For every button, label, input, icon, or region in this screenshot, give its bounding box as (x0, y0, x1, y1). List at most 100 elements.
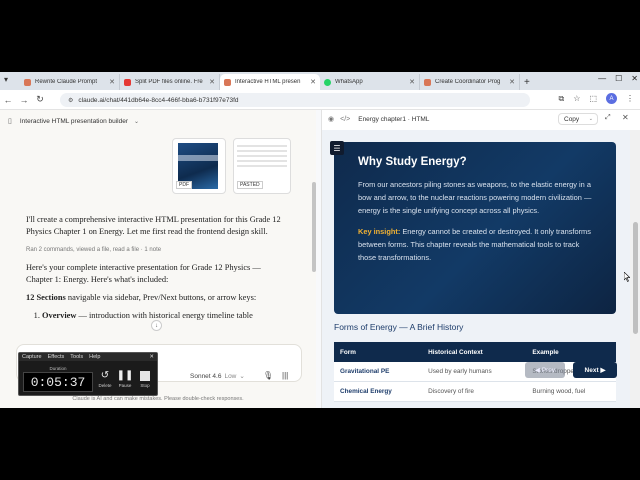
voice-mode-icon[interactable]: ||| (282, 371, 288, 380)
recorder-timer: 0:05:37 (23, 372, 93, 392)
recorder-menu-effects[interactable]: Effects (48, 354, 65, 360)
microphone-icon[interactable]: 🎙 (263, 371, 273, 380)
browser-tab[interactable]: WhatsApp ✕ (320, 74, 420, 90)
artifact-pane: ◉ </> Energy chapter1 · HTML Copy ⌄ ⤢ ✕ W… (321, 110, 640, 408)
message-done: Here's your complete interactive present… (26, 263, 261, 284)
pasted-line (237, 160, 287, 162)
pause-icon: ❚❚ (116, 370, 134, 381)
close-tab-icon[interactable]: ✕ (409, 78, 415, 86)
hero-card: Why Study Energy? From our ancestors pil… (334, 142, 616, 314)
extensions-icon[interactable]: ⬚ (589, 94, 597, 103)
window-controls: — ☐ ✕ (598, 74, 638, 83)
copy-button[interactable]: Copy ⌄ (558, 113, 598, 125)
recorder-duration-label: Duration (49, 366, 67, 371)
sections-rest: navigable via sidebar, Prev/Next buttons… (65, 293, 257, 302)
presentation-viewport: Why Study Energy? From our ancestors pil… (322, 130, 630, 408)
chat-header: ▯ Interactive HTML presentation builder … (0, 110, 316, 132)
tab-title: Rewrite Claude Prompt (35, 79, 98, 85)
recorder-close-icon[interactable]: ✕ (149, 354, 154, 360)
table-header-cell: Example (526, 342, 616, 362)
table-cell: Burning wood, fuel (526, 381, 616, 402)
chevron-down-icon[interactable]: ⌄ (134, 118, 139, 125)
model-selector[interactable]: Sonnet 4.6 Low ⌄ (190, 372, 245, 380)
mouse-cursor-icon (624, 272, 630, 282)
tab-title: WhatsApp (335, 79, 363, 85)
hero-title: Why Study Energy? (358, 156, 467, 168)
next-button[interactable]: Next ▶ (573, 362, 617, 378)
table-cell: Chemical Energy (334, 381, 423, 402)
close-tab-icon[interactable]: ✕ (509, 78, 515, 86)
reload-icon[interactable]: ↻ (32, 94, 48, 105)
browser-tab[interactable]: Create Coordinator Prog ✕ (420, 74, 520, 90)
list-item-strong: Overview (42, 311, 77, 320)
recorder-menu-tools[interactable]: Tools (70, 354, 83, 360)
pdf-attachment[interactable]: PDF (172, 138, 226, 194)
chat-scrollbar[interactable] (312, 182, 316, 272)
address-bar[interactable]: ⚙ claude.ai/chat/441db64e-8cc4-466f-bba6… (60, 93, 530, 107)
sections-line: 12 Sections navigable via sidebar, Prev/… (26, 292, 288, 304)
close-tab-icon[interactable]: ✕ (310, 78, 316, 86)
recorder-pause-button[interactable]: ❚❚ Pause (116, 369, 134, 393)
scroll-down-icon[interactable]: ↓ (151, 320, 162, 331)
code-view-icon[interactable]: </> (340, 116, 350, 123)
close-tab-icon[interactable]: ✕ (209, 78, 215, 86)
tab-title: Create Coordinator Prog (435, 79, 501, 85)
profile-avatar[interactable]: A (606, 93, 617, 104)
browser-tab[interactable]: Rewrite Claude Prompt ✕ (20, 74, 120, 90)
recorder-menu-help[interactable]: Help (89, 354, 100, 360)
tab-search-icon[interactable]: ▾ (4, 75, 8, 84)
preview-eye-icon[interactable]: ◉ (328, 115, 334, 123)
close-tab-icon[interactable]: ✕ (109, 78, 115, 86)
browser-tab-active[interactable]: Interactive HTML presen ✕ (220, 74, 320, 90)
pasted-line (237, 145, 287, 147)
close-window-icon[interactable]: ✕ (631, 74, 638, 83)
table-cell: Discovery of fire (422, 381, 527, 402)
stop-label: Stop (140, 383, 150, 388)
artifact-scrollbar[interactable] (630, 130, 640, 408)
claude-favicon-icon (224, 78, 231, 86)
artifact-title: Energy chapter1 · HTML (358, 115, 430, 123)
whatsapp-favicon-icon (324, 78, 331, 86)
message-intro: I'll create a comprehensive interactive … (26, 215, 281, 236)
browser-window: ▾ Rewrite Claude Prompt ✕ Split PDF file… (0, 72, 640, 408)
key-insight: Key insight: Energy cannot be created or… (358, 225, 592, 264)
browser-tab[interactable]: Split PDF files online. Fre ✕ (120, 74, 220, 90)
menu-kebab-icon[interactable]: ⋮ (626, 94, 634, 103)
close-artifact-icon[interactable]: ✕ (622, 113, 629, 122)
chat-title[interactable]: Interactive HTML presentation builder (20, 118, 128, 125)
pdf-cover-stripe (178, 155, 218, 161)
new-tab-button[interactable]: + (524, 74, 530, 90)
chevron-down-icon: ⌄ (239, 373, 245, 380)
disclaimer: Claude is AI and can make mistakes. Plea… (72, 396, 244, 402)
recorder-menu-capture[interactable]: Capture (22, 354, 42, 360)
hamburger-menu-icon[interactable]: ☰ (330, 141, 344, 155)
recorder-delete-button[interactable]: ↺ Delete (97, 369, 113, 393)
pasted-attachment[interactable]: PASTED (233, 138, 291, 194)
recorder-menu: Capture Effects Tools Help ✕ (19, 353, 157, 361)
bookmark-star-icon[interactable]: ☆ (573, 94, 580, 103)
prev-button[interactable]: ◀ Prev (525, 362, 565, 378)
tool-summary[interactable]: Ran 2 commands, viewed a file, read a fi… (26, 244, 288, 256)
table-cell: Gravitational PE (334, 362, 423, 382)
table-header-cell: Historical Context (422, 342, 527, 362)
back-icon[interactable]: ← (0, 95, 16, 105)
copy-label: Copy (564, 115, 580, 123)
table-header-row: Form Historical Context Example (334, 342, 616, 362)
expand-icon[interactable]: ⤢ (605, 114, 611, 122)
chevron-down-icon[interactable]: ⌄ (589, 116, 593, 122)
tab-title: Split PDF files online. Fre (135, 79, 203, 85)
delete-label: Delete (98, 383, 112, 388)
maximize-icon[interactable]: ☐ (615, 74, 622, 83)
scrollbar-thumb[interactable] (633, 222, 638, 334)
recorder-stop-button[interactable]: Stop (137, 369, 153, 393)
table-header-cell: Form (334, 342, 423, 362)
effort-level: Low (224, 373, 237, 380)
install-app-icon[interactable]: ⧉ (559, 94, 565, 104)
site-info-icon[interactable]: ⚙ (68, 97, 73, 104)
artifact-header: ◉ </> Energy chapter1 · HTML Copy ⌄ ⤢ ✕ (322, 110, 640, 128)
pasted-line (237, 165, 287, 167)
pasted-tag: PASTED (237, 181, 263, 189)
minimize-icon[interactable]: — (598, 74, 606, 83)
forward-icon[interactable]: → (16, 95, 32, 105)
sidebar-toggle-icon[interactable]: ▯ (8, 117, 12, 125)
